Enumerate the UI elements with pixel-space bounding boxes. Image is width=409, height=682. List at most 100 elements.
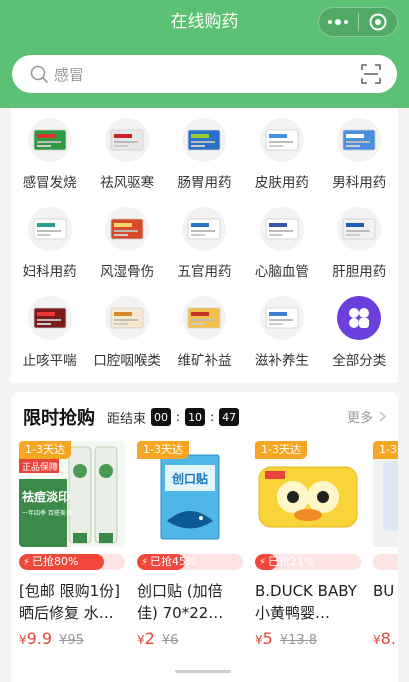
countdown-colon: : [210,410,215,424]
product-name: BU 儿童 [373,582,398,600]
svg-text:创口贴: 创口贴 [171,471,208,486]
sale-price: ¥5 [255,629,273,648]
category-item[interactable]: 维矿补益 [166,296,243,370]
countdown-hours: 00 [151,408,172,426]
chevron-right-icon [379,411,386,422]
category-label: 五官用药 [177,264,232,280]
category-label: 滋补养生 [254,353,309,369]
category-item[interactable]: 肠胃用药 [166,118,243,192]
category-label: 口腔咽喉类 [93,353,161,369]
original-price: ¥6 [161,633,179,648]
countdown-label: 距结束 [107,411,147,427]
sold-progress-bar: ⚡ 已抢45% [137,554,243,570]
product-image: 创口贴 1-3天达 [137,441,243,547]
category-item[interactable]: 祛风驱寒 [88,118,165,192]
countdown-colon: : [176,410,181,424]
search-placeholder: 感冒 [54,65,85,84]
category-label: 全部分类 [332,353,387,369]
product-card[interactable]: 创口贴 1-3天达 ⚡ 已抢45% 创口贴 (加倍佳) 70*22… ¥2 ¥6 [137,441,243,648]
category-label: 祛风驱寒 [100,175,155,191]
sold-progress-label: ⚡ 已抢80% [23,555,79,568]
ent-medicine-icon [182,207,227,251]
all-categories-icon [337,296,382,340]
original-price: ¥13.8 [279,633,318,648]
category-label: 感冒发烧 [22,175,77,191]
category-label: 维矿补益 [177,353,232,369]
stomach-medicine-icon [182,118,227,162]
category-label: 肠胃用药 [177,175,232,191]
flash-sale-products: 正品保障祛痘淡印一年四季 百搭美妆 1-3天达 ⚡ 已抢80% [包邮 限购1份] 晒后… [19,441,398,648]
category-item[interactable]: 全部分类 [321,296,398,370]
search-bar[interactable]: 感冒 [12,55,397,93]
category-panel: 感冒发烧 祛风驱寒 肠胃用药 皮肤用药 男科用药妇科用药 风湿骨伤 五官用药 心脑血管 肝胆用药… [11,108,398,383]
flash-sale-section: 限时抢购 距结束 00 : 10 : 47 更多 正品保障祛痘淡印一年四季 百搭… [11,392,398,682]
category-item[interactable]: 五官用药 [166,207,243,281]
liver-medicine-icon [337,207,382,251]
product-price: ¥8. [373,629,398,648]
product-price: ¥5 ¥13.8 [255,629,361,648]
close-mini-program-button[interactable] [358,8,397,36]
scan-icon[interactable] [361,64,381,84]
rheumatism-medicine-icon [105,207,150,251]
category-item[interactable]: 心脑血管 [243,207,320,281]
original-price: ¥95 [59,633,84,648]
lightning-icon: ⚡ [23,557,31,568]
category-item[interactable]: 男科用药 [321,118,398,192]
sold-progress-label: ⚡ 已抢45% [141,555,197,568]
category-grid: 感冒发烧 祛风驱寒 肠胃用药 皮肤用药 男科用药妇科用药 风湿骨伤 五官用药 心脑血管 肝胆用药… [11,118,398,370]
delivery-badge: 1-3天达 [373,441,398,459]
cough-medicine-icon [27,296,72,340]
category-item[interactable]: 风湿骨伤 [88,207,165,281]
sale-price: ¥2 [137,629,155,648]
product-price: ¥2 ¥6 [137,629,243,648]
category-item[interactable]: 口腔咽喉类 [88,296,165,370]
product-price: ¥9.9 ¥95 [19,629,125,648]
product-image: 1-3天达 [373,441,398,547]
product-image: 1-3天达 [255,441,361,547]
header-bar: 在线购药 感冒 [0,0,409,108]
category-label: 止咳平喘 [22,353,77,369]
countdown-minutes: 10 [185,408,206,426]
category-item[interactable]: 皮肤用药 [243,118,320,192]
product-image: 正品保障 祛痘淡印 一年四季 百搭美妆 1-3天达 [19,441,125,547]
category-item[interactable]: 感冒发烧 [11,118,88,192]
category-label: 男科用药 [332,175,387,191]
cardio-medicine-icon [259,207,304,251]
category-item[interactable]: 肝胆用药 [321,207,398,281]
svg-text:一年四季 百搭美妆: 一年四季 百搭美妆 [22,509,72,517]
sold-progress-bar: ⚡ 已抢21% [255,554,361,570]
more-link[interactable]: 更多 [347,407,386,426]
wind-cold-medicine-icon [105,118,150,162]
svg-text:正品保障: 正品保障 [22,461,58,473]
category-item[interactable]: 妇科用药 [11,207,88,281]
countdown-seconds: 47 [219,408,240,426]
search-icon [30,65,48,83]
delivery-badge: 1-3天达 [255,441,307,459]
more-menu-button[interactable] [319,8,358,36]
category-label: 皮肤用药 [254,175,309,191]
vitamin-icon [182,296,227,340]
product-card[interactable]: 1-3天达 BU 儿童 ¥8. [373,441,398,648]
gynecology-medicine-icon [27,207,72,251]
product-card[interactable]: 正品保障 祛痘淡印 一年四季 百搭美妆 1-3天达 ⚡ 已抢80% [包邮 限购1份] 晒后… [19,441,125,648]
sold-progress-bar [373,554,398,570]
product-name: [包邮 限购1份] 晒后修复 水… [19,582,121,622]
sold-progress-bar: ⚡ 已抢80% [19,554,125,570]
category-label: 风湿骨伤 [100,264,155,280]
sale-price: ¥8. [373,629,396,648]
lightning-icon: ⚡ [141,557,149,568]
throat-medicine-icon [105,296,150,340]
category-item[interactable]: 滋补养生 [243,296,320,370]
sale-price: ¥9.9 [19,629,53,648]
category-item[interactable]: 止咳平喘 [11,296,88,370]
tonic-icon [259,296,304,340]
flash-sale-title: 限时抢购 [23,408,95,429]
sold-progress-label: ⚡ 已抢21% [259,555,315,568]
category-label: 妇科用药 [22,264,77,280]
product-card[interactable]: 1-3天达 ⚡ 已抢21% B.DUCK BABY小黄鸭婴… ¥5 ¥13.8 [255,441,361,648]
more-label: 更多 [346,411,373,426]
svg-text:祛痘淡印: 祛痘淡印 [22,489,70,504]
lightning-icon: ⚡ [259,557,267,568]
product-name: B.DUCK BABY小黄鸭婴… [255,582,357,622]
delivery-badge: 1-3天达 [137,441,189,459]
